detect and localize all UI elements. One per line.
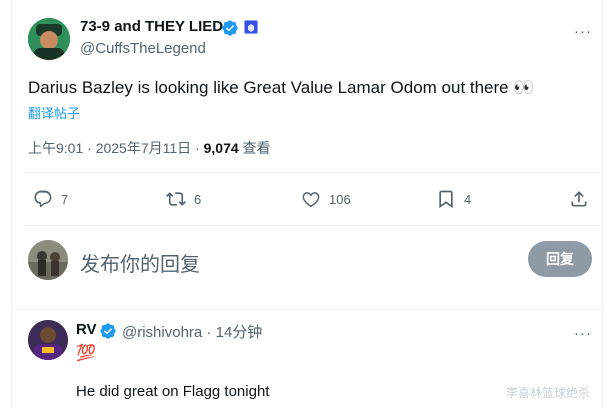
retweet-action[interactable]: 6 — [166, 187, 201, 211]
tweet-meta: 上午9:01 · 2025年7月11日 · 9,074 查看 — [28, 138, 271, 158]
current-user-avatar — [28, 240, 68, 280]
translate-link[interactable]: 翻译帖子 — [28, 103, 80, 122]
views-label: 查看 — [242, 140, 271, 156]
like-count: 106 — [329, 191, 351, 207]
author-avatar[interactable] — [28, 18, 70, 60]
reply-composer-input[interactable]: 发布你的回复 — [80, 248, 200, 277]
reply-time[interactable]: · 14分钟 — [206, 324, 262, 341]
views-count: 9,074 — [203, 140, 239, 156]
share-action[interactable] — [569, 187, 589, 211]
author-display-name[interactable]: 73-9 and THEY LIED — [80, 18, 223, 35]
divider-actions — [24, 225, 600, 226]
bookmark-action[interactable]: 4 — [436, 187, 471, 211]
retweet-count: 6 — [194, 191, 202, 207]
share-icon — [571, 191, 587, 207]
reply-icon — [34, 190, 52, 208]
reply-text: He did great on Flagg tonight — [76, 383, 270, 400]
reply-author-avatar[interactable] — [28, 320, 68, 360]
verified-icon — [221, 19, 239, 42]
author-handle[interactable]: @CuffsTheLegend — [80, 40, 206, 57]
bookmark-count: 4 — [464, 191, 472, 207]
reply-submit-button[interactable]: 回复 — [528, 241, 592, 277]
reply-emoji: 💯 — [76, 345, 96, 362]
reply-author-display-name[interactable]: RV — [76, 321, 97, 338]
reply-more-icon[interactable]: ··· — [574, 326, 592, 341]
divider-composer — [11, 309, 603, 310]
reply-count: 7 — [61, 191, 69, 207]
reply-author-handle[interactable]: @rishivohra · 14分钟 — [122, 321, 262, 342]
tweet-more-icon[interactable]: ··· — [574, 24, 592, 39]
watermark: 李喜林篮球绝杀 — [506, 386, 591, 400]
reply-verified-icon — [99, 322, 117, 345]
retweet-icon — [166, 192, 186, 206]
tweet-text: Darius Bazley is looking like Great Valu… — [28, 78, 535, 97]
bookmark-icon — [439, 190, 453, 209]
tweet-timestamp[interactable]: 上午9:01 · 2025年7月11日 · — [28, 140, 204, 156]
affiliate-badge-icon[interactable] — [244, 20, 258, 34]
like-action[interactable]: 106 — [301, 187, 351, 211]
divider-top — [24, 172, 600, 173]
like-icon — [302, 192, 320, 208]
reply-action[interactable]: 7 — [33, 187, 68, 211]
